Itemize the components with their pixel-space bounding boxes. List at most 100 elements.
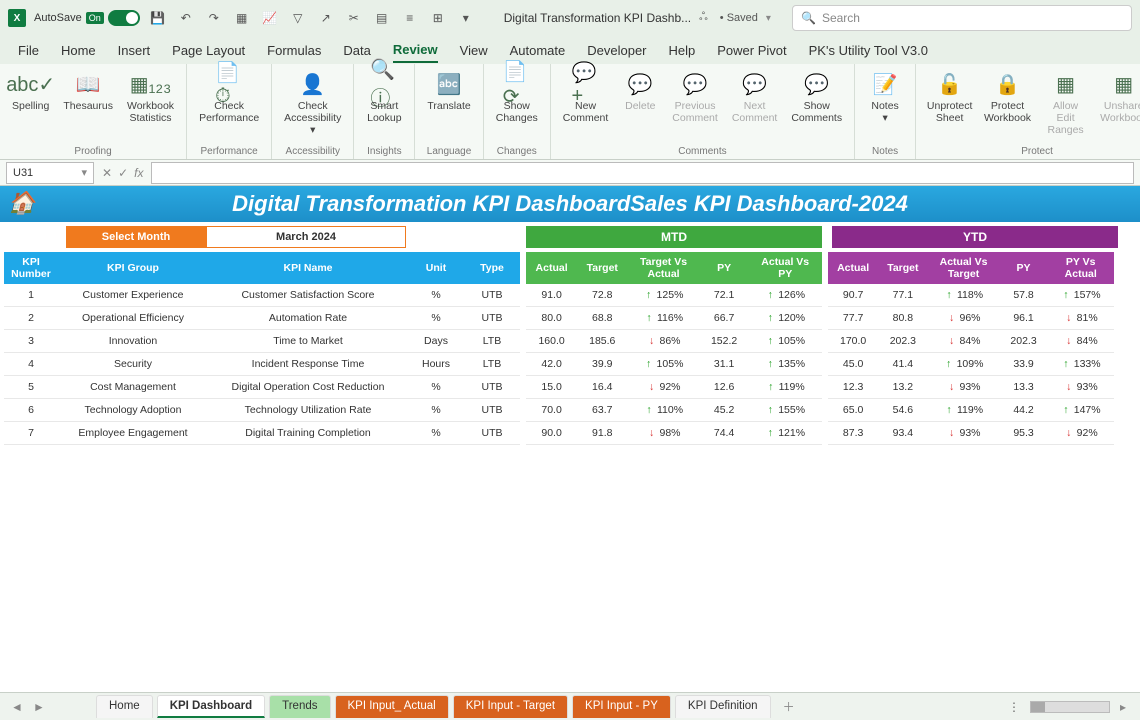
- table-row[interactable]: 45.041.4↑ 109%33.9↑ 133%: [828, 353, 1114, 376]
- ribbon-button-new-comment[interactable]: 💬+NewComment: [557, 68, 615, 126]
- menu-tab-power-pivot[interactable]: Power Pivot: [717, 39, 786, 62]
- qat-calc-icon[interactable]: ⊞: [428, 8, 448, 28]
- column-header: PY: [1000, 252, 1048, 284]
- table-row[interactable]: 12.313.2↓ 93%13.3↓ 93%: [828, 376, 1114, 399]
- sheet-tab-home[interactable]: Home: [96, 695, 153, 718]
- ribbon-group-protect: 🔓UnprotectSheet🔒ProtectWorkbook▦Allow Ed…: [916, 64, 1140, 159]
- add-sheet-button[interactable]: ＋: [779, 697, 799, 717]
- menu-tab-formulas[interactable]: Formulas: [267, 39, 321, 62]
- sheet-tab-trends[interactable]: Trends: [269, 695, 330, 718]
- menu-tab-data[interactable]: Data: [343, 39, 370, 62]
- sheet-tab-kpi-definition[interactable]: KPI Definition: [675, 695, 771, 718]
- redo-icon[interactable]: ↷: [204, 8, 224, 28]
- table-row[interactable]: 42.039.9↑ 105%31.1↑ 135%: [526, 353, 822, 376]
- table-row[interactable]: 87.393.4↓ 93%95.3↓ 92%: [828, 422, 1114, 445]
- table-row[interactable]: 5Cost ManagementDigital Operation Cost R…: [4, 376, 520, 399]
- save-icon[interactable]: 💾: [148, 8, 168, 28]
- qat-share-icon[interactable]: ↗: [316, 8, 336, 28]
- ribbon-button-label: ShowChanges: [496, 100, 538, 124]
- fx-icon[interactable]: fx: [134, 166, 143, 180]
- sheet-options-icon[interactable]: ⋮: [1002, 700, 1026, 714]
- undo-icon[interactable]: ↶: [176, 8, 196, 28]
- cell: 16.4: [577, 376, 627, 399]
- ribbon-button-check-performance[interactable]: 📄⏱CheckPerformance: [193, 68, 265, 126]
- ribbon-button-show-changes[interactable]: 📄⟳ShowChanges: [490, 68, 544, 126]
- horizontal-scrollbar[interactable]: [1030, 701, 1110, 713]
- table-row[interactable]: 6Technology AdoptionTechnology Utilizati…: [4, 399, 520, 422]
- menu-tab-page-layout[interactable]: Page Layout: [172, 39, 245, 62]
- search-input[interactable]: 🔍 Search: [792, 5, 1132, 31]
- table-row[interactable]: 80.068.8↑ 116%66.7↑ 120%: [526, 307, 822, 330]
- ribbon-button-workbook-statistics[interactable]: ▦₁₂₃WorkbookStatistics: [121, 68, 180, 126]
- formula-input[interactable]: [151, 162, 1134, 184]
- cell: %: [408, 399, 464, 422]
- sheet-tab-kpi-input-target[interactable]: KPI Input - Target: [453, 695, 568, 718]
- table-row[interactable]: 3InnovationTime to MarketDaysLTB: [4, 330, 520, 353]
- ribbon-button-thesaurus[interactable]: 📖Thesaurus: [57, 68, 119, 126]
- chevron-down-icon[interactable]: ▾: [81, 166, 87, 179]
- table-row[interactable]: 170.0202.3↓ 84%202.3↓ 84%: [828, 330, 1114, 353]
- scroll-right-icon[interactable]: ▸: [1114, 700, 1132, 714]
- home-icon[interactable]: 🏠: [8, 190, 35, 216]
- ribbon-button-unprotect-sheet[interactable]: 🔓UnprotectSheet: [922, 68, 977, 138]
- cell: ↑ 119%: [927, 399, 999, 422]
- table-row[interactable]: 91.072.8↑ 125%72.1↑ 126%: [526, 284, 822, 307]
- table-row[interactable]: 70.063.7↑ 110%45.2↑ 155%: [526, 399, 822, 422]
- ribbon-button-translate[interactable]: 🔤Translate: [421, 68, 476, 114]
- newc-icon: 💬+: [572, 70, 600, 98]
- name-box[interactable]: U31 ▾: [6, 162, 94, 184]
- ribbon-button-notes-[interactable]: 📝Notes▾: [861, 68, 909, 126]
- table-row[interactable]: 90.091.8↓ 98%74.4↑ 121%: [526, 422, 822, 445]
- cell: 93.4: [878, 422, 927, 445]
- ribbon-button-protect-workbook[interactable]: 🔒ProtectWorkbook: [979, 68, 1036, 138]
- ribbon-button-spelling[interactable]: abc✓Spelling: [6, 68, 55, 126]
- table-row[interactable]: 2Operational EfficiencyAutomation Rate%U…: [4, 307, 520, 330]
- table-row[interactable]: 7Employee EngagementDigital Training Com…: [4, 422, 520, 445]
- menu-bar: File Home Insert Page Layout Formulas Data Rev…: [0, 36, 1140, 64]
- ribbon-button-label: CheckAccessibility ▾: [284, 100, 341, 136]
- table-row[interactable]: 65.054.6↑ 119%44.2↑ 147%: [828, 399, 1114, 422]
- qat-grid-icon[interactable]: ▦: [232, 8, 252, 28]
- menu-tab-view[interactable]: View: [460, 39, 488, 62]
- table-row[interactable]: 160.0185.6↓ 86%152.2↑ 105%: [526, 330, 822, 353]
- cell: 65.0: [828, 399, 878, 422]
- menu-tab-pk-s-utility-tool-v3-0[interactable]: PK's Utility Tool V3.0: [809, 39, 928, 62]
- toggle-switch-icon[interactable]: [108, 10, 140, 26]
- qat-cut-icon[interactable]: ✂: [344, 8, 364, 28]
- ribbon-button-show-comments[interactable]: 💬ShowComments: [785, 68, 848, 126]
- ribbon-button-check-accessibility-[interactable]: 👤CheckAccessibility ▾: [278, 68, 347, 138]
- menu-tab-help[interactable]: Help: [669, 39, 696, 62]
- qat-chart-icon[interactable]: 📈: [260, 8, 280, 28]
- check-icon[interactable]: ✓: [118, 166, 128, 180]
- tab-nav-prev[interactable]: ◄: [8, 700, 26, 714]
- ribbon-button-label: Thesaurus: [63, 100, 113, 112]
- menu-tab-insert[interactable]: Insert: [118, 39, 151, 62]
- cell: Technology Adoption: [58, 399, 208, 422]
- table-row[interactable]: 4SecurityIncident Response TimeHoursLTB: [4, 353, 520, 376]
- menu-tab-home[interactable]: Home: [61, 39, 96, 62]
- table-row[interactable]: 15.016.4↓ 92%12.6↑ 119%: [526, 376, 822, 399]
- sheet-tab-kpi-dashboard[interactable]: KPI Dashboard: [157, 695, 265, 718]
- table-row[interactable]: 1Customer ExperienceCustomer Satisfactio…: [4, 284, 520, 307]
- qat-more-icon[interactable]: ▾: [456, 8, 476, 28]
- qat-list-icon[interactable]: ≡: [400, 8, 420, 28]
- tab-nav-next[interactable]: ►: [30, 700, 48, 714]
- ribbon-button-smart-lookup[interactable]: 🔍ⓘSmartLookup: [360, 68, 408, 126]
- cancel-icon[interactable]: ✕: [102, 166, 112, 180]
- menu-tab-developer[interactable]: Developer: [587, 39, 646, 62]
- autosave-toggle[interactable]: AutoSave On: [34, 10, 140, 26]
- cell: Cost Management: [58, 376, 208, 399]
- menu-tab-file[interactable]: File: [18, 39, 39, 62]
- qat-filter-icon[interactable]: ▽: [288, 8, 308, 28]
- sheet-tab-kpi-input-actual[interactable]: KPI Input_ Actual: [335, 695, 449, 718]
- cell: 42.0: [526, 353, 577, 376]
- select-month-value[interactable]: March 2024: [206, 226, 406, 248]
- table-row[interactable]: 77.780.8↓ 96%96.1↓ 81%: [828, 307, 1114, 330]
- abc-icon: abc✓: [17, 70, 45, 98]
- qat-table-icon[interactable]: ▤: [372, 8, 392, 28]
- menu-tab-review[interactable]: Review: [393, 38, 438, 63]
- ribbon-button-label: PreviousComment: [672, 100, 718, 124]
- table-row[interactable]: 90.777.1↑ 118%57.8↑ 157%: [828, 284, 1114, 307]
- sheet-tab-kpi-input-py[interactable]: KPI Input - PY: [572, 695, 671, 718]
- column-header: Target: [878, 252, 927, 284]
